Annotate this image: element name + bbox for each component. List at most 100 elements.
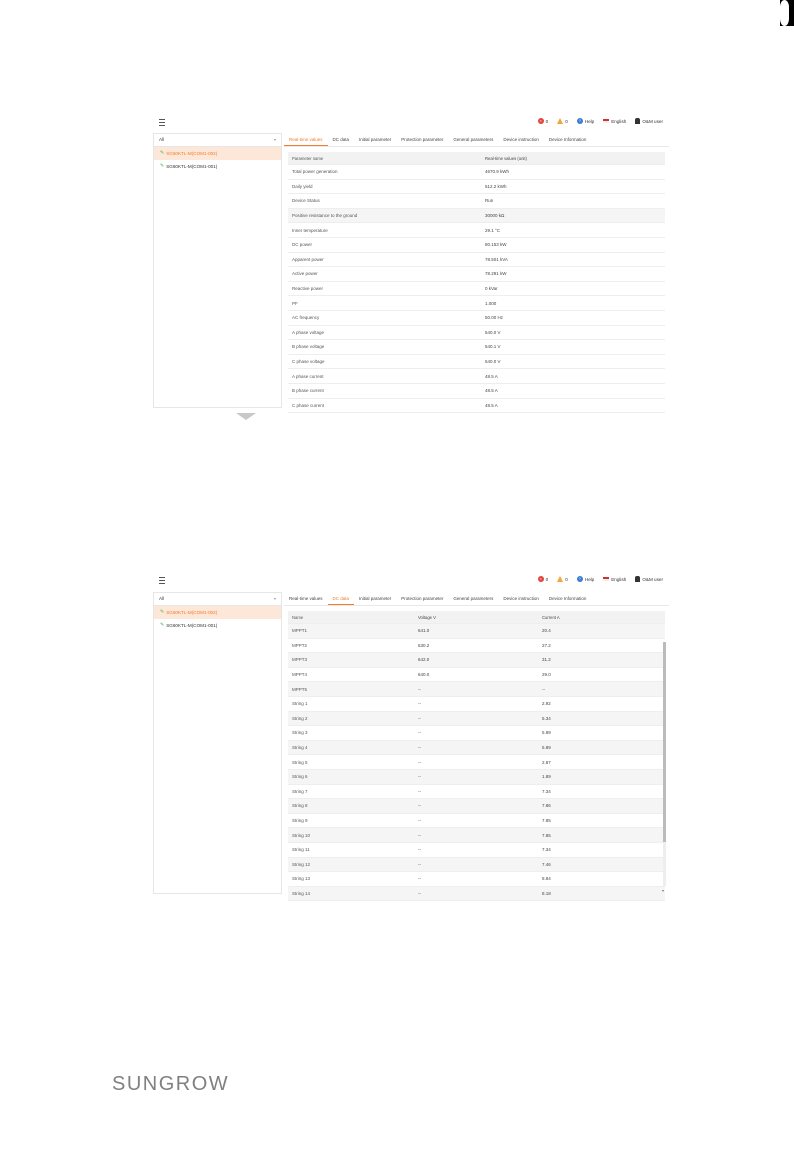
tab-general-parameters[interactable]: General parameters (448, 133, 498, 146)
tab-initial-parameter[interactable]: Initial parameter (354, 133, 396, 146)
down-arrow-icon (236, 413, 256, 420)
dc-name: MPPT4 (292, 672, 308, 678)
table-row: A phase voltage 540.0 V (288, 326, 665, 341)
tab-initial-parameter[interactable]: Initial parameter (354, 592, 396, 605)
parameter-name: C phase current (292, 402, 325, 408)
dc-voltage: -- (418, 715, 421, 721)
dc-name: String 10 (292, 832, 311, 838)
parameter-value: 48.5 A (485, 388, 498, 394)
tab-device-instruction[interactable]: Device instruction (498, 133, 544, 146)
dc-name: MPPT5 (292, 686, 308, 692)
parameter-name: C phase voltage (292, 359, 325, 365)
help-link[interactable]: ? Help (576, 118, 594, 124)
tab-device-information[interactable]: Device Information (544, 592, 592, 605)
tab-device-instruction[interactable]: Device instruction (498, 592, 544, 605)
tab-realtime-values[interactable]: Real-time values (284, 133, 328, 146)
tab-device-information[interactable]: Device Information (544, 133, 592, 146)
chevron-down-icon: ▾ (273, 137, 276, 142)
parameter-name: Inner temperature (292, 227, 328, 233)
parameter-name: PF (292, 300, 298, 306)
scrollbar[interactable]: ▾ (662, 642, 666, 893)
menu-icon[interactable] (159, 577, 165, 584)
dc-voltage: 630.2 (418, 642, 430, 648)
help-icon: ? (576, 118, 583, 124)
device-item[interactable]: ✎ SG60KTL-M(COM1-001) (154, 619, 281, 632)
alarm-indicator[interactable]: × 0 (537, 118, 548, 124)
dc-name: MPPT1 (292, 628, 308, 634)
parameter-value: 540.0 V (485, 329, 501, 335)
main-panel: Real-time values DC data Initial paramet… (284, 592, 669, 902)
table-row: Reactive power 0 kVar (288, 282, 665, 297)
user-icon (635, 576, 641, 582)
parameter-name: A phase current (292, 373, 324, 379)
dc-current: 31.2 (542, 657, 551, 663)
dc-voltage: -- (418, 745, 421, 751)
parameter-name: B phase voltage (292, 344, 325, 350)
device-filter-select[interactable]: All ▾ (154, 134, 281, 147)
table-row: MPPT3 642.0 31.2 (288, 653, 665, 668)
parameter-name: Positive resistance to the ground (292, 213, 358, 219)
alarm-indicator[interactable]: × 0 (537, 576, 548, 582)
table-row: MPPT1 641.0 20.4 (288, 624, 665, 639)
warning-icon (557, 118, 564, 124)
dc-voltage: -- (418, 803, 421, 809)
parameter-value: 540.1 V (485, 344, 501, 350)
device-filter-select[interactable]: All ▾ (154, 593, 281, 606)
top-bar: × 0 0 ? Help English O&M user (153, 114, 669, 132)
dc-voltage: -- (418, 759, 421, 765)
device-item[interactable]: ✎ SG60KTL-M(COM1-001) (154, 160, 281, 173)
header-cell: Current A (542, 614, 560, 620)
header-cell: Real-time values (unit) (485, 155, 527, 161)
table-row: String 10 -- 7.85 (288, 828, 665, 843)
alarm-icon: × (537, 118, 544, 124)
tab-protection-parameter[interactable]: Protection parameter (396, 592, 448, 605)
table-row: MPPT4 640.0 29.0 (288, 668, 665, 683)
dc-name: String 2 (292, 715, 308, 721)
dc-current: 5.34 (542, 715, 551, 721)
table-row: String 4 -- 5.89 (288, 740, 665, 756)
menu-icon[interactable] (159, 119, 165, 126)
dc-name: String 9 (292, 818, 308, 824)
dc-name: String 3 (292, 730, 308, 736)
parameter-name: Apparent power (292, 256, 324, 262)
parameter-value: 540.0 V (485, 359, 501, 365)
help-link[interactable]: ? Help (576, 576, 594, 582)
page-corner-mark (780, 0, 794, 26)
parameter-value: Run (485, 198, 494, 204)
tab-general-parameters[interactable]: General parameters (448, 592, 498, 605)
parameter-name: Device Status (292, 198, 320, 204)
language-selector[interactable]: English (603, 576, 626, 582)
user-menu[interactable]: O&M user (635, 576, 663, 582)
dc-current: 7.34 (542, 788, 551, 794)
tab-realtime-values[interactable]: Real-time values (284, 592, 328, 605)
scrollbar-thumb[interactable] (663, 642, 666, 842)
tab-dc-data[interactable]: DC data (327, 592, 355, 605)
dc-voltage: -- (418, 730, 421, 736)
table-row: String 14 -- 8.18 (288, 886, 665, 902)
dc-name: String 14 (292, 890, 311, 896)
tab-dc-data[interactable]: DC data (328, 133, 355, 146)
user-menu[interactable]: O&M user (635, 118, 663, 124)
scroll-down-icon[interactable]: ▾ (662, 888, 664, 893)
dc-voltage: -- (418, 890, 421, 896)
dc-current: 29.0 (542, 672, 551, 678)
device-item[interactable]: ✎ SG60KTL-M(COM1-002) (154, 606, 281, 619)
parameter-value: 78.291 kW (485, 271, 507, 277)
dc-name: String 13 (292, 876, 311, 882)
parameter-value: 48.5 A (485, 373, 498, 379)
warning-indicator[interactable]: 0 (557, 576, 568, 582)
table-row: Active power 78.291 kW (288, 267, 665, 282)
parameter-name: DC power (292, 242, 313, 248)
table-row: C phase current 48.5 A (288, 399, 665, 414)
parameter-value: 4670.9 kWh (485, 169, 510, 175)
table-row: DC power 80.153 kW (288, 238, 665, 253)
warning-indicator[interactable]: 0 (557, 118, 568, 124)
dc-current: -- (542, 686, 545, 692)
dc-name: String 5 (292, 759, 308, 765)
tab-protection-parameter[interactable]: Protection parameter (396, 133, 448, 146)
parameter-name: B phase current (292, 388, 324, 394)
device-item[interactable]: ✎ SG60KTL-M(COM1-002) (154, 147, 281, 160)
language-selector[interactable]: English (603, 118, 626, 124)
dc-voltage: -- (418, 774, 421, 780)
dc-current: 20.4 (542, 628, 551, 634)
